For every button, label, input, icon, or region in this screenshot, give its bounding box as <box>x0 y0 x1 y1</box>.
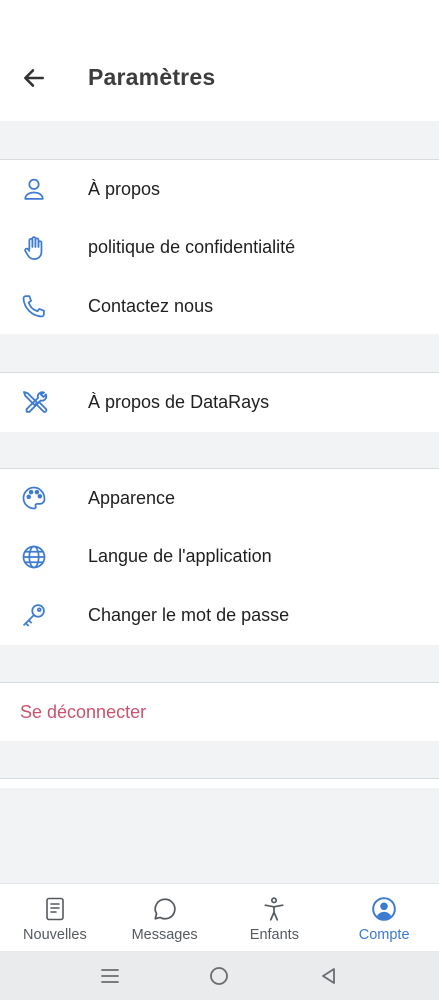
back-button[interactable] <box>19 63 49 93</box>
nav-tab-label: Enfants <box>249 927 299 943</box>
settings-item-change-password[interactable]: Changer le mot de passe <box>0 586 439 645</box>
accessibility-icon <box>261 896 287 922</box>
nav-tab-children[interactable]: Enfants <box>220 884 330 951</box>
globe-icon <box>19 542 49 572</box>
menu-icon[interactable] <box>99 965 121 987</box>
settings-item-about[interactable]: À propos <box>0 160 439 219</box>
settings-item-label: Contactez nous <box>88 295 214 316</box>
account-circle-icon <box>371 896 397 922</box>
hand-icon <box>19 233 49 263</box>
settings-group-preferences: Apparence Langue de l'application Change… <box>0 468 439 645</box>
back-triangle-icon[interactable] <box>318 965 340 987</box>
user-icon <box>19 174 49 204</box>
settings-item-about-datarays[interactable]: À propos de DataRays <box>0 373 439 432</box>
settings-item-appearance[interactable]: Apparence <box>0 469 439 528</box>
page-title: Paramètres <box>88 64 216 90</box>
nav-tab-label: Messages <box>131 927 198 943</box>
settings-item-label: politique de confidentialité <box>88 237 296 258</box>
logout-label: Se déconnecter <box>20 702 147 722</box>
logout-section: Se déconnecter <box>0 682 439 741</box>
system-navigation-bar <box>0 951 439 1000</box>
logout-button[interactable]: Se déconnecter <box>0 683 439 742</box>
key-icon <box>19 600 49 630</box>
nav-tab-account[interactable]: Compte <box>329 884 439 951</box>
settings-item-privacy-policy[interactable]: politique de confidentialité <box>0 219 439 278</box>
settings-item-label: Apparence <box>88 487 176 508</box>
settings-item-label: À propos <box>88 178 161 199</box>
tools-icon <box>19 387 49 417</box>
nav-tab-label: Compte <box>358 927 410 943</box>
nav-tab-messages[interactable]: Messages <box>110 884 220 951</box>
settings-group-info: À propos politique de confidentialité Co… <box>0 159 439 334</box>
settings-group-datarays: À propos de DataRays <box>0 372 439 432</box>
bottom-navigation: Nouvelles Messages Enfants Compte <box>0 883 439 951</box>
settings-item-label: À propos de DataRays <box>88 391 270 412</box>
home-circle-icon[interactable] <box>208 965 230 987</box>
palette-icon <box>19 483 49 513</box>
section-divider <box>0 778 439 788</box>
settings-item-label: Langue de l'application <box>88 546 272 567</box>
chat-bubble-icon <box>152 896 178 922</box>
nav-tab-news[interactable]: Nouvelles <box>0 884 110 951</box>
nav-tab-label: Nouvelles <box>23 927 87 943</box>
news-icon <box>42 896 68 922</box>
app-header: Paramètres <box>0 0 439 121</box>
settings-item-contact-us[interactable]: Contactez nous <box>0 277 439 336</box>
arrow-left-icon <box>24 69 44 87</box>
phone-icon <box>19 291 49 321</box>
settings-item-label: Changer le mot de passe <box>88 604 290 625</box>
settings-item-app-language[interactable]: Langue de l'application <box>0 528 439 587</box>
